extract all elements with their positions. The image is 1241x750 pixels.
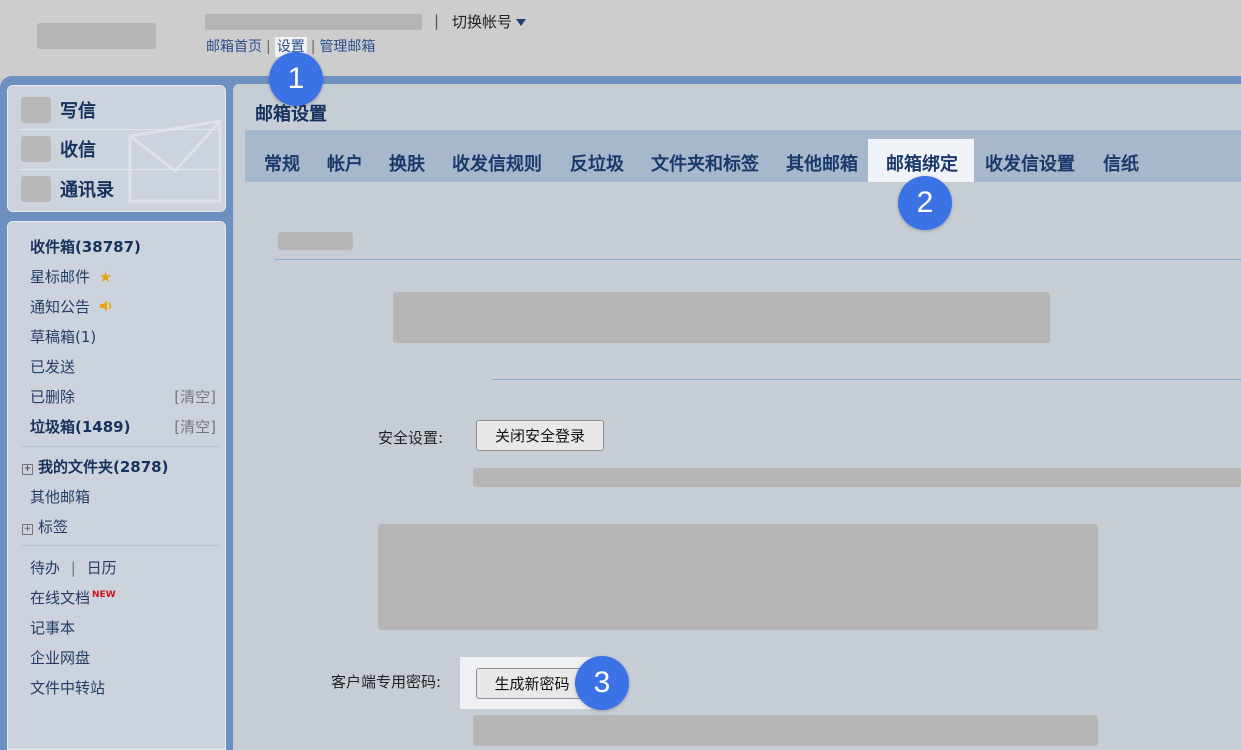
tab-general[interactable]: 常规 <box>264 150 300 176</box>
caret-down-icon <box>516 19 527 26</box>
header-separator: | <box>434 12 440 30</box>
tab-anti-spam[interactable]: 反垃圾 <box>570 150 624 176</box>
compose-button[interactable]: 写信 <box>21 92 221 128</box>
info-placeholder <box>393 292 1050 343</box>
tab-stationery[interactable]: 信纸 <box>1103 150 1139 176</box>
tab-send-receive-settings[interactable]: 收发信设置 <box>985 150 1075 176</box>
tab-account[interactable]: 帐户 <box>327 150 363 176</box>
enterprise-netdisk[interactable]: 企业网盘 <box>30 647 90 668</box>
security-desc-placeholder <box>473 468 1241 487</box>
expand-icon[interactable]: + <box>22 524 33 535</box>
folder-drafts[interactable]: 草稿箱(1) <box>30 326 96 347</box>
step-badge-1: 1 <box>269 52 323 106</box>
section-title-placeholder <box>278 232 353 250</box>
tab-mail-rules[interactable]: 收发信规则 <box>452 150 542 176</box>
contacts-icon <box>21 176 51 202</box>
tab-other-mailbox[interactable]: 其他邮箱 <box>786 150 858 176</box>
clear-deleted-link[interactable]: [清空] <box>174 386 216 407</box>
expand-icon[interactable]: + <box>22 464 33 475</box>
compose-icon <box>21 97 51 123</box>
folder-notices[interactable]: 通知公告 <box>30 296 113 317</box>
folder-starred[interactable]: 星标邮件 ★ <box>30 266 112 287</box>
tab-mailbox-binding[interactable]: 邮箱绑定 <box>886 150 958 176</box>
tab-folders-tags[interactable]: 文件夹和标签 <box>651 150 759 176</box>
folder-sent[interactable]: 已发送 <box>30 356 75 377</box>
content-placeholder <box>378 524 1098 630</box>
new-badge: NEW <box>92 590 116 600</box>
subsection-divider <box>492 379 1241 380</box>
receive-button[interactable]: 收信 <box>21 131 221 167</box>
folder-spam[interactable]: 垃圾箱(1489) <box>30 416 130 437</box>
notepad[interactable]: 记事本 <box>30 617 75 638</box>
folder-nav: 收件箱(38787) 星标邮件 ★ 通知公告 草稿箱(1) 已发送 已删除 [清… <box>7 221 226 750</box>
clear-spam-link[interactable]: [清空] <box>174 416 216 437</box>
calendar-link[interactable]: 日历 <box>87 559 117 577</box>
command-box: 写信 收信 通讯录 <box>7 85 226 212</box>
my-folders[interactable]: + 我的文件夹(2878) <box>22 456 168 477</box>
step-badge-3: 3 <box>575 656 629 710</box>
tags[interactable]: + 标签 <box>22 516 68 537</box>
file-transfer[interactable]: 文件中转站 <box>30 677 105 698</box>
todo-link[interactable]: 待办 <box>30 559 60 577</box>
receive-icon <box>21 136 51 162</box>
step-badge-2: 2 <box>898 176 952 230</box>
folder-inbox[interactable]: 收件箱(38787) <box>30 236 141 257</box>
switch-account-button[interactable]: 切换帐号 <box>452 11 527 32</box>
disable-secure-login-button[interactable]: 关闭安全登录 <box>476 420 604 451</box>
folder-deleted[interactable]: 已删除 <box>30 386 75 407</box>
generate-new-password-button[interactable]: 生成新密码 <box>476 668 588 699</box>
speaker-icon <box>99 301 112 311</box>
settings-panel <box>245 182 1241 750</box>
mailbox-home-link[interactable]: 邮箱首页 <box>206 39 262 55</box>
tab-skin[interactable]: 换肤 <box>389 150 425 176</box>
account-email-placeholder <box>205 14 422 30</box>
star-icon: ★ <box>98 268 113 286</box>
contacts-button[interactable]: 通讯录 <box>21 171 221 207</box>
todo-calendar-row: 待办 | 日历 <box>30 559 117 577</box>
switch-account-label: 切换帐号 <box>452 13 513 31</box>
password-desc-placeholder <box>473 715 1098 746</box>
manage-mailbox-link[interactable]: 管理邮箱 <box>319 39 375 55</box>
client-password-label: 客户端专用密码: <box>331 673 442 691</box>
online-docs[interactable]: 在线文档 NEW <box>30 587 116 608</box>
logo-placeholder <box>37 23 156 49</box>
security-settings-label: 安全设置: <box>378 429 444 447</box>
top-bar <box>0 0 1241 78</box>
other-mailbox[interactable]: 其他邮箱 <box>30 486 90 507</box>
section-divider <box>274 259 1241 260</box>
